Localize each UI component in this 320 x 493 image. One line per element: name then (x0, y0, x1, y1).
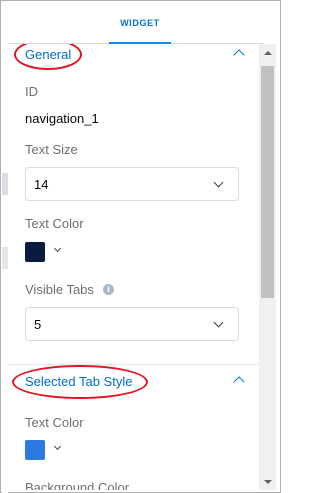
chevron-down-icon (213, 177, 224, 188)
color-swatch[interactable] (25, 242, 45, 262)
background-color-label: Background Color (25, 480, 130, 490)
scroll-up-arrow[interactable] (259, 44, 276, 61)
text-color-label: Text Color (25, 216, 84, 231)
panel-content: General ID navigation_1 Text Size 14 Tex… (9, 44, 259, 490)
visible-tabs-label: Visible Tabs (25, 282, 94, 297)
text-color-picker[interactable] (25, 242, 75, 262)
color-swatch[interactable] (25, 440, 45, 460)
section-divider (9, 364, 259, 365)
text-size-value: 14 (34, 177, 49, 192)
chevron-up-icon[interactable] (233, 376, 245, 388)
visible-tabs-value: 5 (34, 317, 42, 332)
id-value: navigation_1 (25, 111, 99, 126)
chevron-down-icon[interactable] (53, 244, 62, 253)
selected-text-color-label: Text Color (25, 415, 84, 430)
id-label: ID (25, 84, 38, 99)
annotation-circle (12, 365, 148, 399)
tab-bar: WIDGET (9, 2, 264, 44)
vertical-scrollbar[interactable] (259, 44, 276, 490)
info-icon[interactable]: i (103, 284, 114, 295)
selected-text-color-picker[interactable] (25, 440, 75, 460)
edge-marker (2, 173, 8, 195)
chevron-down-icon[interactable] (53, 442, 62, 451)
scrollbar-thumb[interactable] (261, 66, 274, 298)
text-size-label: Text Size (25, 142, 78, 157)
chevron-down-icon (213, 317, 224, 328)
visible-tabs-select[interactable]: 5 (25, 307, 239, 341)
edge-marker (2, 247, 8, 269)
annotation-circle (14, 44, 82, 70)
tab-widget[interactable]: WIDGET (109, 2, 171, 44)
text-size-select[interactable]: 14 (25, 167, 239, 201)
chevron-up-icon[interactable] (233, 49, 245, 61)
scroll-down-arrow[interactable] (259, 473, 276, 490)
property-panel: WIDGET General ID navigation_1 Text Size… (0, 0, 281, 493)
left-edge-strip (2, 2, 8, 493)
